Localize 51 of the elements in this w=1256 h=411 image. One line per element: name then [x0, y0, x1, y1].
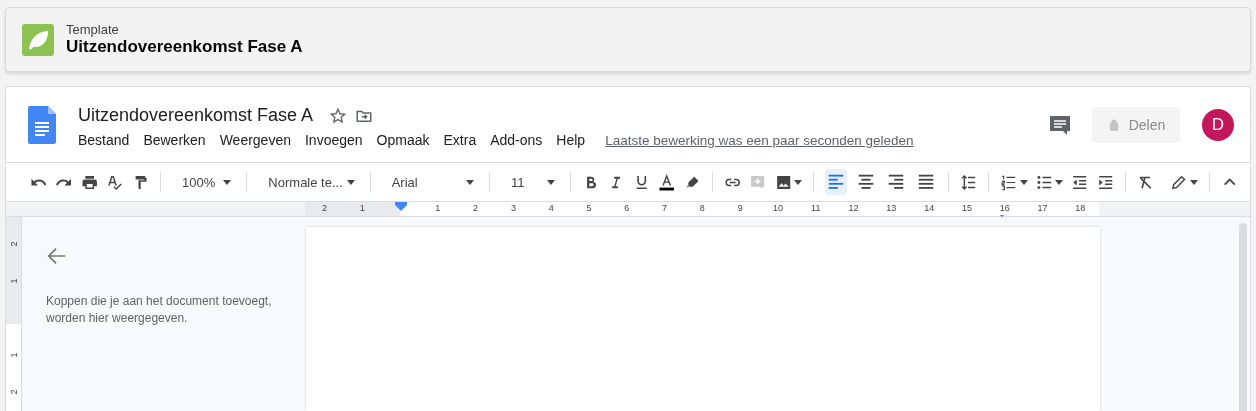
ruler-number: 2 [473, 203, 479, 213]
user-avatar[interactable]: D [1202, 108, 1234, 141]
ruler-number: 13 [886, 203, 897, 213]
ruler-number: 1 [359, 203, 365, 213]
ruler-number: 15 [961, 203, 972, 213]
ruler-number: 2 [321, 203, 327, 213]
header-label: Template [66, 22, 120, 37]
leaf-icon [22, 23, 54, 56]
menu-item[interactable]: Weergeven [219, 132, 291, 148]
ruler-number: 7 [662, 203, 668, 213]
align-left-button[interactable] [825, 169, 848, 195]
ruler-number: 2 [8, 389, 19, 395]
ruler-number: 1 [8, 278, 19, 284]
ruler-number: 1 [435, 203, 441, 213]
ruler-number: 2 [8, 241, 19, 247]
ruler-number: 11 [811, 203, 821, 213]
line-spacing-icon[interactable] [959, 172, 978, 192]
ruler-number: 17 [1037, 203, 1048, 213]
header-title: Uitzendovereenkomst Fase A [66, 37, 303, 57]
font-size-dropdown[interactable]: 11 [501, 174, 560, 190]
menu-item[interactable]: Add-ons [490, 132, 543, 148]
zoom-dropdown[interactable]: 100% [171, 174, 236, 190]
ruler-number: 16 [999, 203, 1010, 213]
document-title[interactable]: Uitzendovereenkomst Fase A [78, 105, 314, 126]
back-arrow-icon[interactable] [46, 245, 68, 267]
ruler-number: 4 [548, 203, 554, 213]
ruler-number: 9 [737, 203, 743, 213]
font-dropdown[interactable]: Arial [381, 174, 479, 190]
menu-item[interactable]: Bestand [78, 132, 130, 148]
left-indent-marker[interactable] [395, 202, 407, 212]
scrollbar[interactable] [1239, 223, 1247, 411]
menu-item[interactable]: Bewerken [143, 132, 206, 148]
ruler-number: 5 [586, 203, 592, 213]
star-icon[interactable] [329, 106, 348, 125]
menu-item[interactable]: Opmaak [376, 132, 430, 148]
menu-item[interactable]: Help [556, 132, 586, 148]
ruler-number: 18 [1075, 203, 1086, 213]
ruler-number: 12 [848, 203, 859, 213]
ruler-number: 6 [624, 203, 630, 213]
ruler-number: 8 [699, 203, 705, 213]
menu-item[interactable]: Extra [443, 132, 477, 148]
ruler-number: 3 [510, 203, 516, 213]
ruler-number: 10 [772, 203, 783, 213]
style-dropdown[interactable]: Normale te... [258, 174, 359, 190]
ruler-number: 14 [924, 203, 935, 213]
menu-item[interactable]: Invoegen [305, 132, 363, 148]
ruler-number: 1 [8, 352, 19, 358]
document-icon[interactable] [28, 105, 56, 144]
outline-empty-message: Koppen die je aan het document toevoegt, worden hier weergegeven. [46, 293, 273, 327]
last-edit-link[interactable]: Laatste bewerking was een paar seconden geleden [605, 132, 914, 148]
text-color-icon[interactable] [658, 172, 676, 192]
